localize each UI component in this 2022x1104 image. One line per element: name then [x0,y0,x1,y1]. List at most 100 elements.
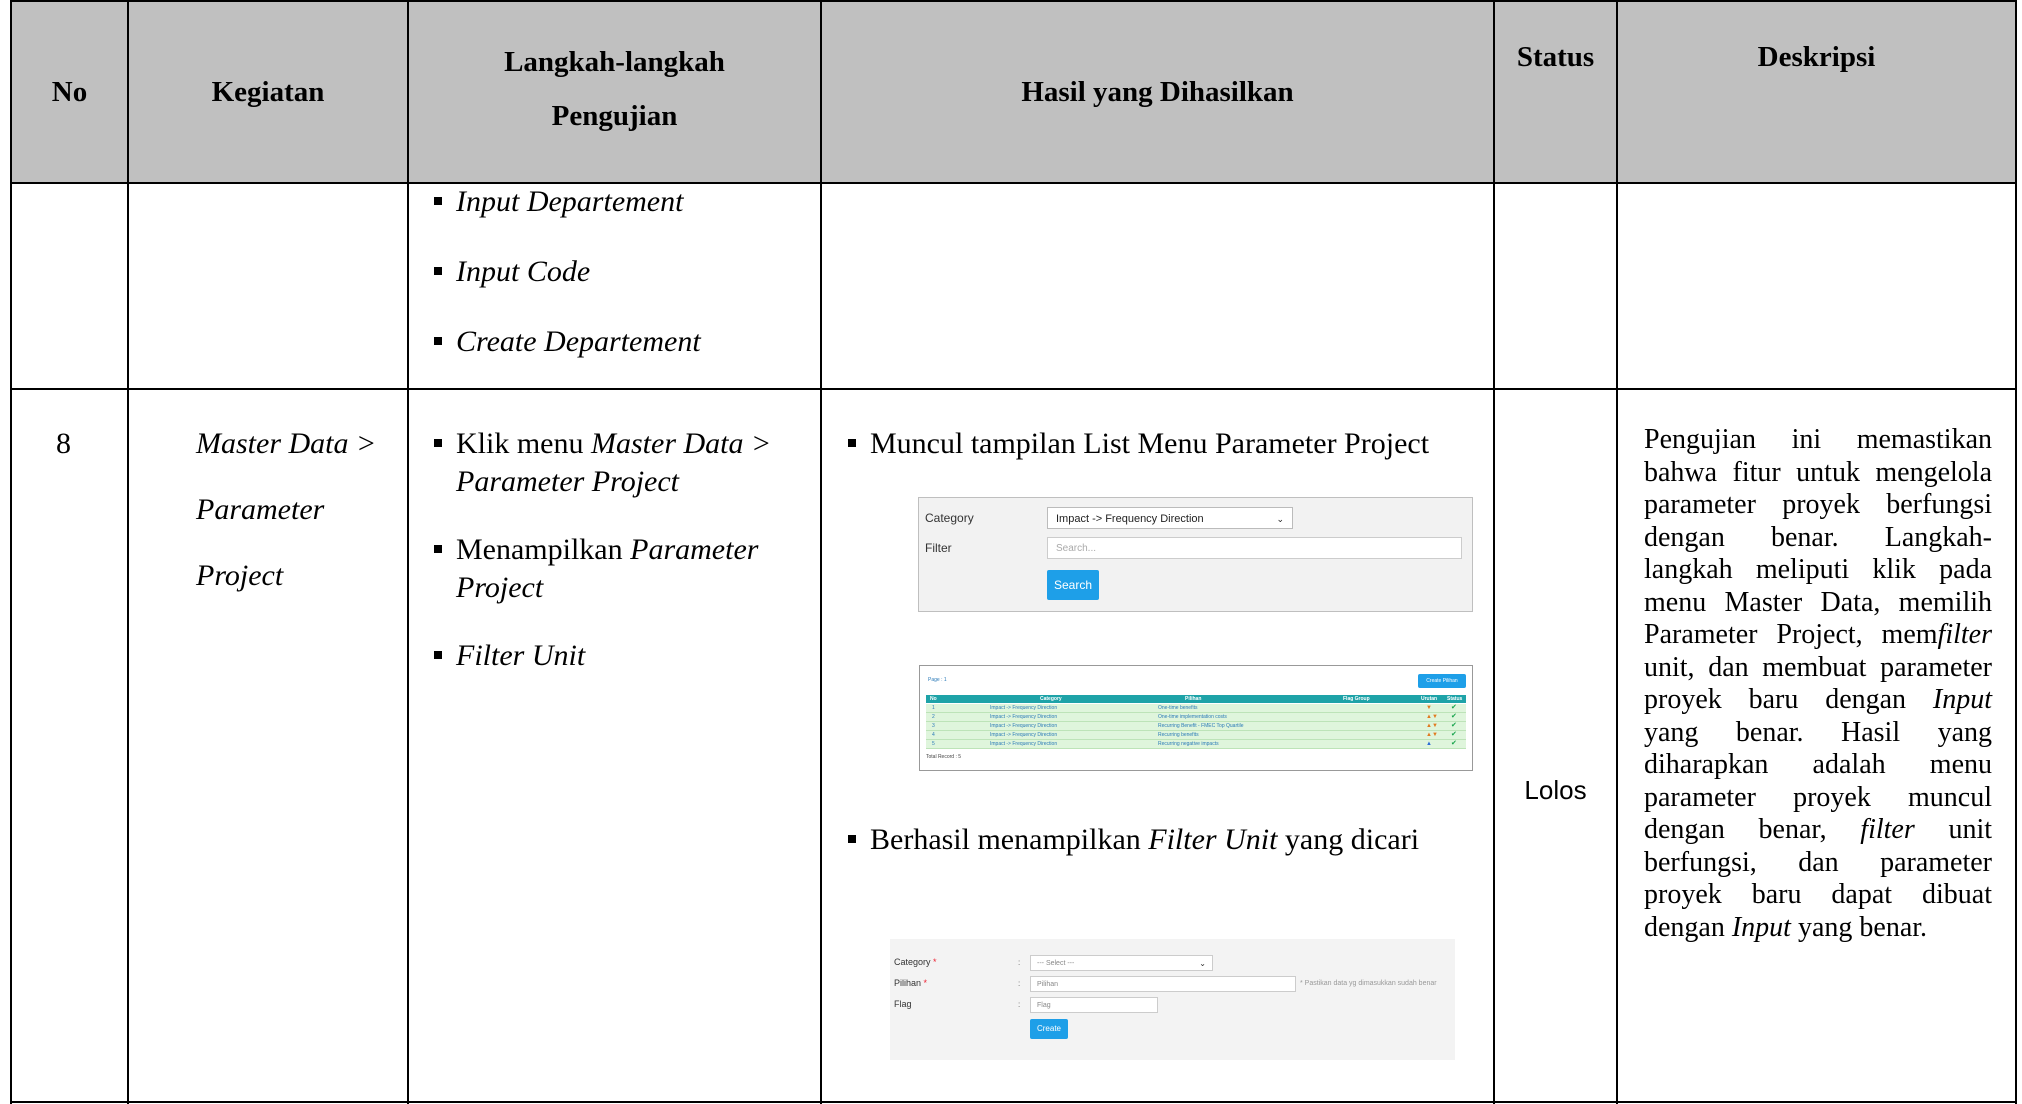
reorder-icon[interactable]: ▲▼ [1426,722,1438,730]
screenshot-create-form: Category * : --- Select --- ⌄ Pilihan * … [890,939,1455,1060]
total-record: Total Record : 5 [926,754,962,760]
create-category-select-value: --- Select --- [1037,960,1075,967]
filter-label: Filter [925,541,952,555]
create-category-label-text: Category [894,957,931,967]
cell-pilihan: One-time implementation costs [1158,714,1227,720]
cell-pilihan: Recurring Benefit - FMEC Top Quartile [1158,723,1244,729]
step-2-text-b: Parameter [630,533,759,566]
create-pilihan-label: Pilihan * [894,978,927,988]
step-3-text: Filter Unit [456,639,586,672]
deskripsi-line: unit, dan membuat parameter [1644,652,1992,685]
prev-step-2: Input Code [434,252,590,292]
deskripsi-line: dengan benar, filter unit [1644,814,1992,847]
deskripsi-line: proyek baru dapat dibuat [1644,879,1992,912]
create-category-label: Category * [894,957,937,967]
header-hasil: Hasil yang Dihasilkan [1021,75,1294,108]
reorder-icon[interactable]: ▲▼ [1426,713,1438,721]
deskripsi-text-part: filter [1937,619,1992,650]
kegiatan-line3: Project [196,559,284,592]
required-mark: * [923,978,928,988]
prev-step-1-text: Input Departement [456,185,684,218]
status-value: Lolos [1524,775,1587,805]
category-label: Category [925,511,974,525]
deskripsi-line: dengan benar. Langkah- [1644,522,1992,555]
deskripsi-text-part: parameter proyek muncul [1644,781,1992,813]
kegiatan-line1: Master Data > [196,427,377,460]
category-select[interactable]: Impact -> Frequency Direction ⌄ [1047,507,1293,529]
deskripsi-text-part: Pengujian ini memastikan [1644,424,1992,455]
check-icon: ✔ [1451,722,1457,729]
page-label: Page : 1 [928,677,947,683]
create-button[interactable]: Create [1030,1019,1068,1039]
kegiatan-line2: Parameter [196,493,325,526]
hasil-2-text-a: Berhasil menampilkan [870,823,1149,856]
row-number: 8 [56,427,71,460]
deskripsi-text-part: dengan benar, [1644,814,1861,845]
cell-no: 5 [932,741,935,747]
col-status: Status [1447,696,1463,702]
header-langkah: Langkah-langkah Pengujian [409,34,820,144]
header-kegiatan: Kegiatan [211,75,325,108]
prev-step-3-text: Create Departement [456,325,701,358]
hasil-2-text-b: Filter Unit [1148,823,1278,856]
cell-category: Impact -> Frequency Direction [990,723,1058,729]
deskripsi-text-part: filter [1860,814,1915,845]
deskripsi-line: berfungsi, dan parameter [1644,847,1992,880]
colon: : [1018,1000,1021,1009]
create-category-select[interactable]: --- Select --- ⌄ [1030,955,1213,971]
search-button[interactable]: Search [1047,570,1099,600]
category-select-value: Impact -> Frequency Direction [1056,513,1204,525]
deskripsi-line: parameter proyek muncul [1644,782,1992,815]
deskripsi-text-part: berfungsi, dan parameter [1644,846,1992,878]
reorder-icon[interactable]: ▼ [1426,704,1432,712]
check-icon: ✔ [1451,704,1457,711]
deskripsi-text-part: Input [1932,684,1992,715]
step-3: Filter Unit [434,636,585,676]
chevron-down-icon: ⌄ [1199,959,1206,968]
col-flag-group: Flag Group [1343,696,1370,702]
header-langkah-line1: Langkah-langkah [504,46,725,78]
colon: : [1018,979,1021,988]
deskripsi-text-part: Input [1731,911,1791,943]
deskripsi-text-part: dengan [1644,911,1732,943]
deskripsi-line: dengan Input yang benar. [1644,912,1992,945]
hasil-2: Berhasil menampilkan Filter Unit yang di… [848,820,1419,860]
reorder-icon[interactable]: ▲▼ [1426,731,1438,739]
cell-pilihan: Recurring negative impacts [1158,741,1219,747]
deskripsi-text-part: parameter proyek berfungsi [1644,489,1992,520]
hasil-1: Muncul tampilan List Menu Parameter Proj… [848,424,1429,464]
step-2: Menampilkan Parameter [434,530,758,570]
header-status: Status [1516,41,1595,73]
step-2-text-a: Menampilkan [456,533,631,566]
deskripsi-line: bahwa fitur untuk mengelola [1644,457,1992,490]
create-pilihan-button[interactable]: Create Pilihan [1418,674,1466,688]
create-flag-input[interactable]: Flag [1030,997,1158,1013]
deskripsi-text: Pengujian ini memastikan bahwa fitur untu… [1644,424,1992,944]
deskripsi-text-part: proyek baru dengan [1644,684,1933,715]
screenshot-filter-form: Category Impact -> Frequency Direction ⌄… [918,497,1473,612]
deskripsi-line: langkah meliputi klik pada [1644,554,1992,587]
deskripsi-line: parameter proyek berfungsi [1644,489,1992,522]
deskripsi-text-part: langkah meliputi klik pada [1644,554,1992,585]
cell-no: 4 [932,732,935,738]
deskripsi-text-part: Parameter Project, mem [1644,619,1938,650]
reorder-icon[interactable]: ▲ [1426,740,1432,748]
col-pilihan: Pilihan [1185,696,1202,702]
filter-input[interactable]: Search... [1047,537,1462,559]
prev-step-2-text: Input Code [456,255,591,288]
deskripsi-text-part: proyek baru dapat dibuat [1644,879,1992,910]
cell-pilihan: Recurring benefits [1158,732,1199,738]
deskripsi-text-part: yang benar. [1790,911,1928,943]
colon: : [1018,958,1021,967]
create-pilihan-input[interactable]: Pilihan [1030,976,1296,992]
cell-category: Impact -> Frequency Direction [990,714,1058,720]
cell-no: 3 [932,723,935,729]
cell-category: Impact -> Frequency Direction [990,705,1058,711]
deskripsi-line: diharapkan adalah menu [1644,749,1992,782]
pilihan-hint: * Pastikan data yg dimasukkan sudah bena… [1300,980,1437,987]
cell-no: 2 [932,714,935,720]
deskripsi-line: yang benar. Hasil yang [1644,717,1992,750]
deskripsi-text-part: unit [1914,814,1992,845]
screenshot-list-table: Page : 1 Create Pilihan No Category Pili… [919,665,1473,771]
cell-category: Impact -> Frequency Direction [990,741,1058,747]
